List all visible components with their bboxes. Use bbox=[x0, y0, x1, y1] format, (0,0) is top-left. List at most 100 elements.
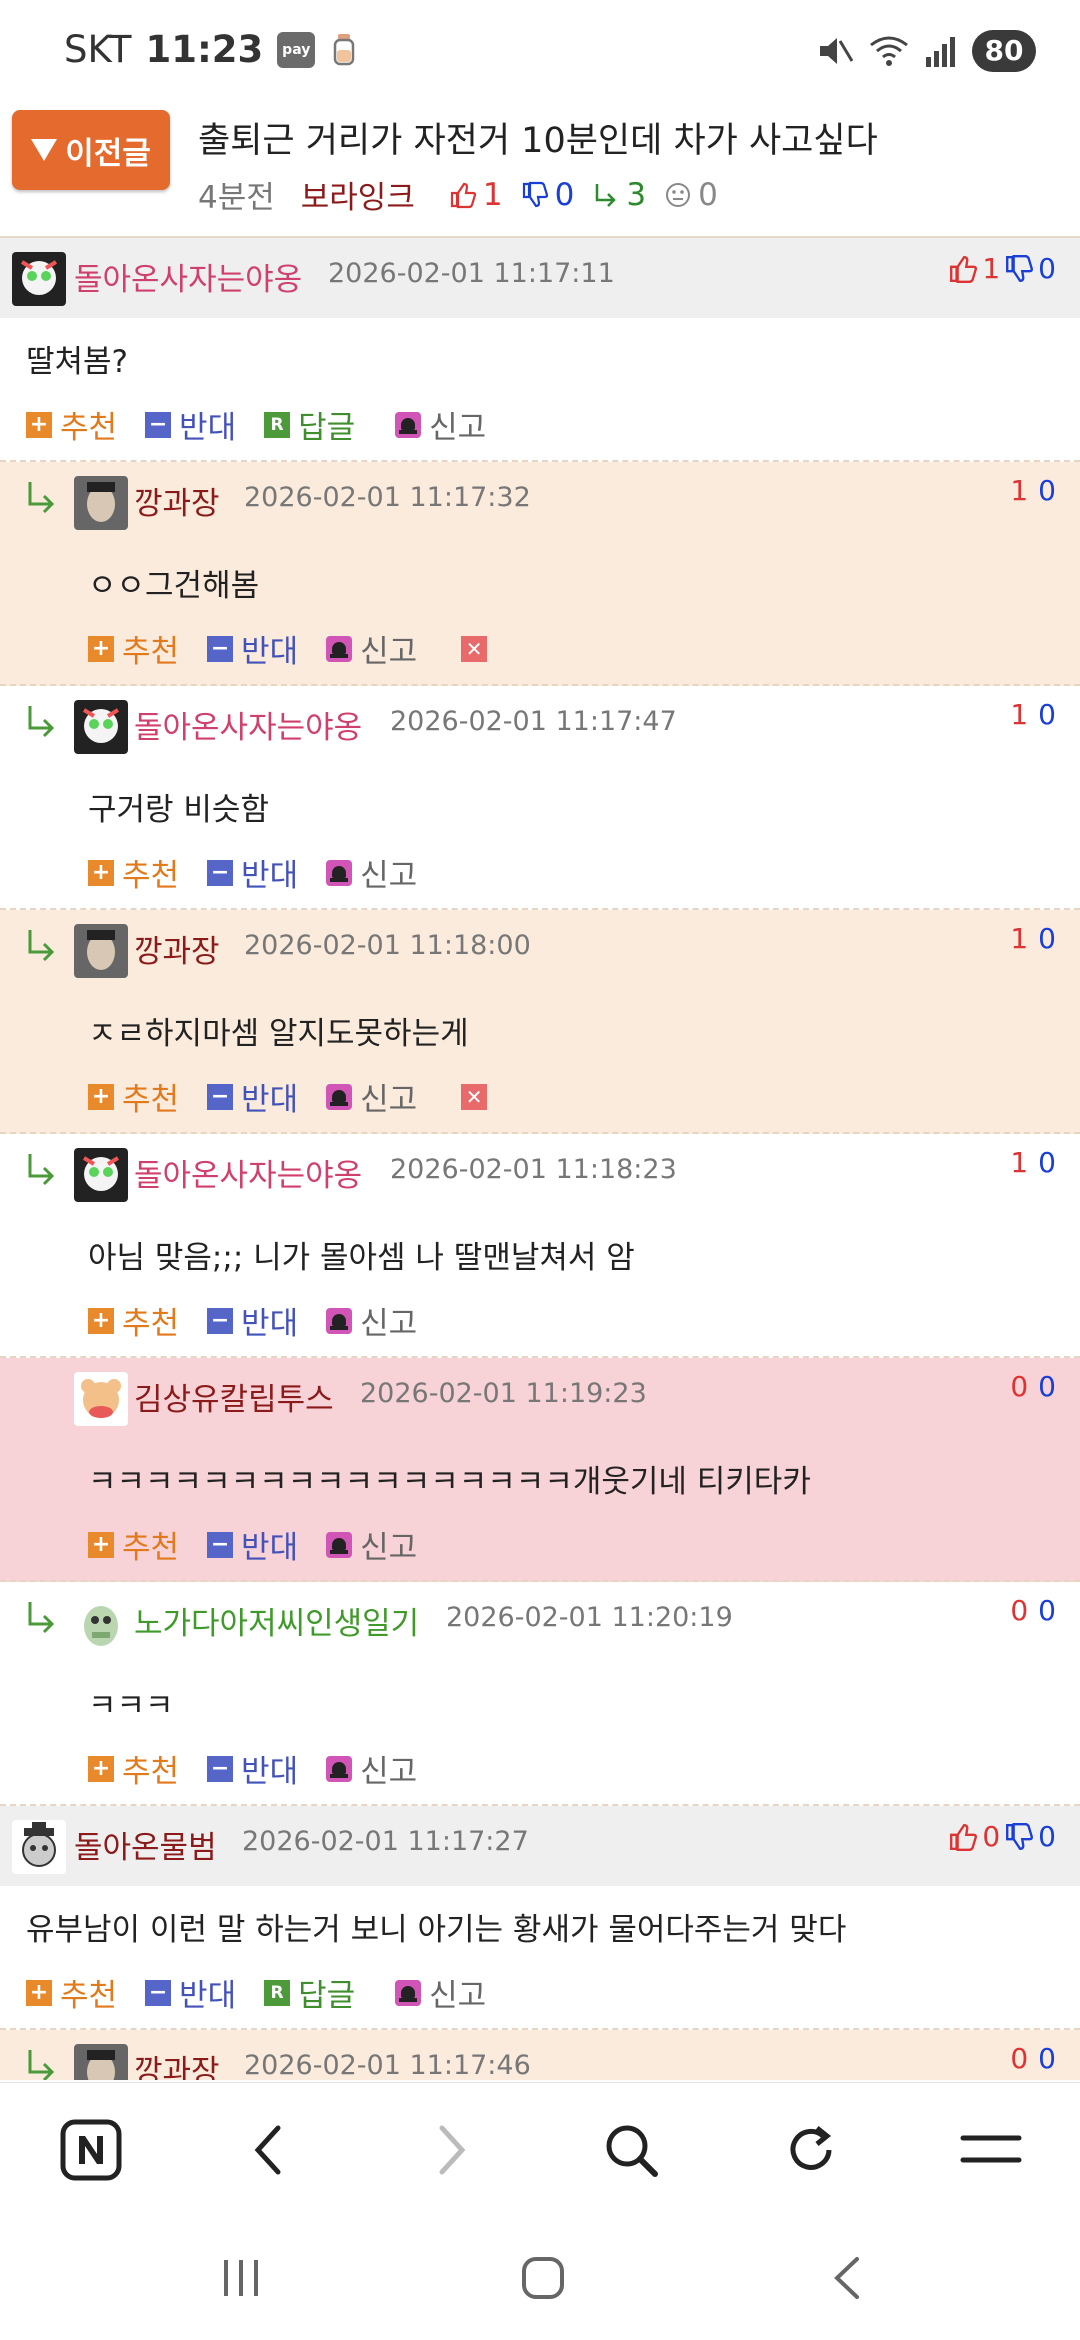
reply-arrow-icon bbox=[28, 706, 55, 738]
comment-down-count: 0 bbox=[1038, 252, 1056, 285]
recommend-label: 추천 bbox=[122, 634, 180, 670]
reply-button[interactable]: R 답글 bbox=[264, 1970, 355, 2015]
post-time-ago: 4분전 bbox=[198, 180, 275, 216]
minus-icon: − bbox=[207, 1531, 234, 1558]
back-icon[interactable] bbox=[232, 2113, 306, 2187]
report-button[interactable]: 신고 bbox=[395, 1970, 486, 2015]
post-author[interactable]: 보라잉크 bbox=[301, 172, 415, 217]
comment-votes: 1 0 bbox=[1010, 922, 1056, 955]
comment-up-count: 0 bbox=[982, 1820, 1001, 1853]
oppose-button[interactable]: − 반대 bbox=[145, 1970, 236, 2015]
comment-date: 2026-02-01 11:18:23 bbox=[390, 1154, 677, 1185]
report-button[interactable]: 신고 bbox=[326, 1074, 417, 1119]
reply-button[interactable]: R 답글 bbox=[264, 402, 355, 447]
comment-votes: 0 0 bbox=[1010, 2042, 1056, 2075]
recommend-button[interactable]: + 추천 bbox=[88, 1298, 179, 1343]
siren-icon bbox=[326, 1531, 353, 1558]
comment-author[interactable]: 돌아온사자는야옹 bbox=[134, 702, 362, 747]
refresh-icon[interactable] bbox=[774, 2113, 848, 2187]
forward-icon[interactable] bbox=[414, 2113, 488, 2187]
reply-label: 답글 bbox=[298, 410, 356, 446]
plus-icon: + bbox=[88, 635, 114, 662]
prev-post-button[interactable]: 이전글 bbox=[12, 110, 170, 190]
reply-comment: 노가다아저씨인생일기 2026-02-01 11:20:19 0 0 ㅋㅋㅋ +… bbox=[0, 1582, 1080, 1806]
comment-votes: 1 0 bbox=[948, 252, 1056, 285]
search-icon[interactable] bbox=[594, 2113, 668, 2187]
avatar[interactable] bbox=[74, 2044, 128, 2080]
post-dislikes-count: 0 bbox=[554, 176, 575, 213]
comment-author[interactable]: 깡과장 bbox=[134, 926, 220, 971]
thumbs-down-icon[interactable] bbox=[1004, 254, 1034, 284]
oppose-label: 반대 bbox=[241, 1754, 299, 1790]
avatar[interactable] bbox=[74, 1148, 128, 1202]
reply-label: 답글 bbox=[298, 1978, 356, 2014]
comment-actions: + 추천 − 반대 신고 bbox=[88, 1522, 445, 1567]
report-button[interactable]: 신고 bbox=[326, 1298, 417, 1343]
report-button[interactable]: 신고 bbox=[326, 626, 417, 671]
report-button[interactable]: 신고 bbox=[326, 850, 417, 895]
comment-author[interactable]: 깡과장 bbox=[134, 478, 220, 523]
reply-comment: 돌아온사자는야옹 2026-02-01 11:18:23 1 0 아님 맞음;;… bbox=[0, 1134, 1080, 1358]
avatar[interactable] bbox=[12, 1820, 66, 1874]
recommend-label: 추천 bbox=[60, 410, 118, 446]
oppose-label: 반대 bbox=[179, 1978, 237, 2014]
siren-icon bbox=[326, 859, 353, 886]
recommend-button[interactable]: + 추천 bbox=[88, 626, 179, 671]
comment-author[interactable]: 돌아온사자는야옹 bbox=[74, 254, 302, 299]
post-replies: 3 bbox=[592, 177, 646, 213]
recommend-button[interactable]: + 추천 bbox=[88, 1522, 179, 1567]
recommend-button[interactable]: + 추천 bbox=[88, 1746, 179, 1791]
report-button[interactable]: 신고 bbox=[326, 1746, 417, 1791]
avatar[interactable] bbox=[74, 1596, 128, 1650]
recommend-button[interactable]: + 추천 bbox=[26, 402, 117, 447]
naver-icon[interactable] bbox=[54, 2113, 128, 2187]
oppose-button[interactable]: − 반대 bbox=[207, 626, 298, 671]
reply-arrow-icon bbox=[28, 1602, 55, 1634]
thumbs-up-icon[interactable] bbox=[948, 254, 978, 284]
plus-icon: + bbox=[88, 1755, 114, 1782]
oppose-button[interactable]: − 반대 bbox=[207, 1074, 298, 1119]
comment-actions: + 추천 − 반대 신고 bbox=[88, 1298, 445, 1343]
recommend-button[interactable]: + 추천 bbox=[88, 850, 179, 895]
comment-author[interactable]: 노가다아저씨인생일기 bbox=[134, 1598, 419, 1643]
delete-icon[interactable]: ✕ bbox=[461, 635, 488, 662]
oppose-button[interactable]: − 반대 bbox=[207, 1746, 298, 1791]
report-label: 신고 bbox=[429, 410, 487, 446]
recents-icon[interactable] bbox=[206, 2250, 276, 2306]
comment-up-count: 1 bbox=[1010, 698, 1029, 731]
comment-author[interactable]: 돌아온물범 bbox=[74, 1822, 217, 1867]
thumbs-down-icon[interactable] bbox=[1004, 1822, 1034, 1852]
comment-down-count: 0 bbox=[1038, 474, 1056, 507]
thumbs-up-icon[interactable] bbox=[948, 1822, 978, 1852]
home-icon[interactable] bbox=[508, 2250, 578, 2306]
minus-icon: − bbox=[207, 1755, 234, 1782]
avatar[interactable] bbox=[12, 252, 66, 306]
oppose-button[interactable]: − 반대 bbox=[207, 850, 298, 895]
oppose-button[interactable]: − 반대 bbox=[145, 402, 236, 447]
comment-author[interactable]: 깡과장 bbox=[134, 2046, 220, 2080]
oppose-button[interactable]: − 반대 bbox=[207, 1522, 298, 1567]
oppose-button[interactable]: − 반대 bbox=[207, 1298, 298, 1343]
avatar[interactable] bbox=[74, 700, 128, 754]
menu-icon[interactable] bbox=[954, 2113, 1028, 2187]
comment-actions: + 추천 − 반대 R 답글 신고 bbox=[26, 402, 514, 447]
report-button[interactable]: 신고 bbox=[326, 1522, 417, 1567]
post-neutral-count: 0 bbox=[698, 176, 718, 213]
comment-date: 2026-02-01 11:20:19 bbox=[446, 1602, 733, 1633]
reply-comment: 깡과장 2026-02-01 11:17:32 1 0 ㅇㅇ그건해봄 + 추천 −… bbox=[0, 462, 1080, 686]
comment-author[interactable]: 김상유칼립투스 bbox=[134, 1374, 334, 1419]
comment-up-count: 1 bbox=[1010, 474, 1029, 507]
system-back-icon[interactable] bbox=[812, 2250, 882, 2306]
delete-icon[interactable]: ✕ bbox=[461, 1083, 488, 1110]
comment-author[interactable]: 돌아온사자는야옹 bbox=[134, 1150, 362, 1195]
avatar[interactable] bbox=[74, 1372, 128, 1426]
reply-comment: 김상유칼립투스 2026-02-01 11:19:23 0 0 ㅋㅋㅋㅋㅋㅋㅋㅋ… bbox=[0, 1358, 1080, 1582]
post-title[interactable]: 출퇴근 거리가 자전거 10분인데 차가 사고싶다 bbox=[198, 112, 878, 163]
recommend-button[interactable]: + 추천 bbox=[88, 1074, 179, 1119]
report-label: 신고 bbox=[360, 1530, 418, 1566]
report-button[interactable]: 신고 bbox=[395, 402, 486, 447]
recommend-button[interactable]: + 추천 bbox=[26, 1970, 117, 2015]
avatar[interactable] bbox=[74, 476, 128, 530]
report-label: 신고 bbox=[360, 1754, 418, 1790]
avatar[interactable] bbox=[74, 924, 128, 978]
